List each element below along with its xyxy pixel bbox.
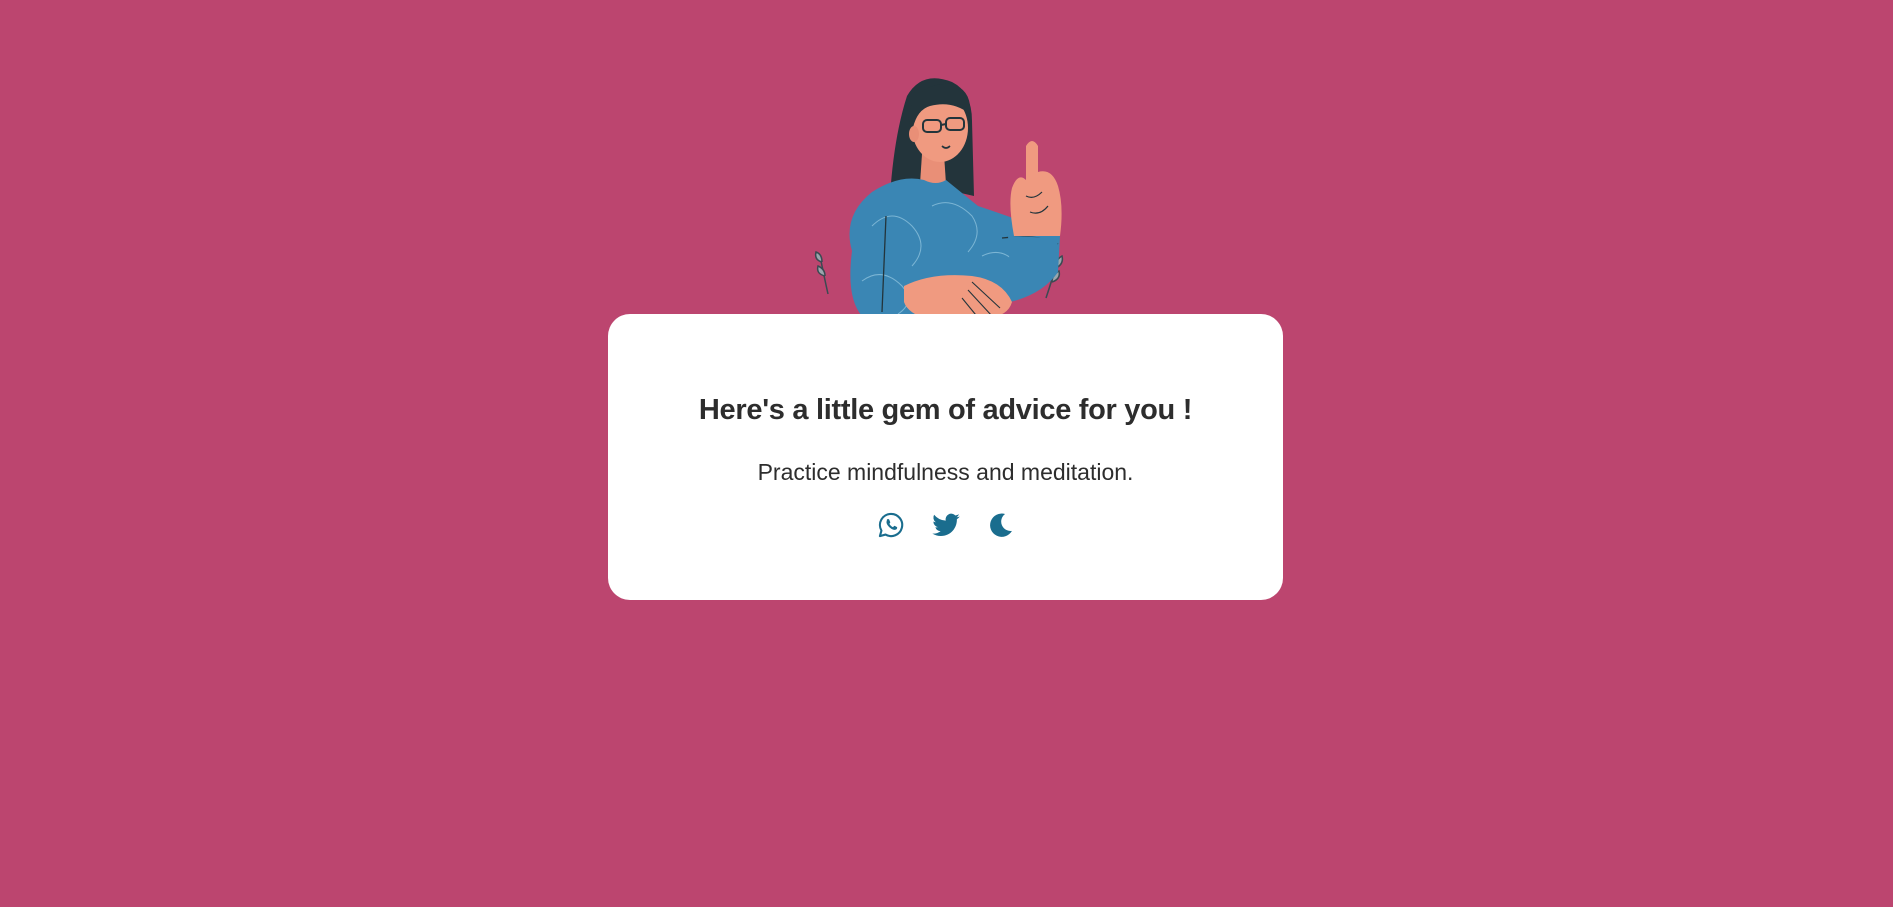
twitter-icon — [931, 513, 960, 537]
advice-text: Practice mindfulness and meditation. — [757, 459, 1134, 485]
plant-left-icon — [814, 251, 829, 295]
page: Here's a little gem of advice for you ! … — [0, 0, 1893, 907]
advice-card: Here's a little gem of advice for you ! … — [608, 314, 1283, 600]
advice-heading: Here's a little gem of advice for you ! — [698, 394, 1193, 426]
moon-icon — [989, 513, 1012, 537]
whatsapp-share-button[interactable] — [876, 510, 906, 540]
twitter-share-button[interactable] — [931, 510, 961, 540]
dark-mode-toggle[interactable] — [986, 510, 1016, 540]
action-icons — [608, 510, 1283, 546]
woman-pointing-illustration — [814, 78, 1064, 326]
whatsapp-icon — [878, 512, 903, 538]
